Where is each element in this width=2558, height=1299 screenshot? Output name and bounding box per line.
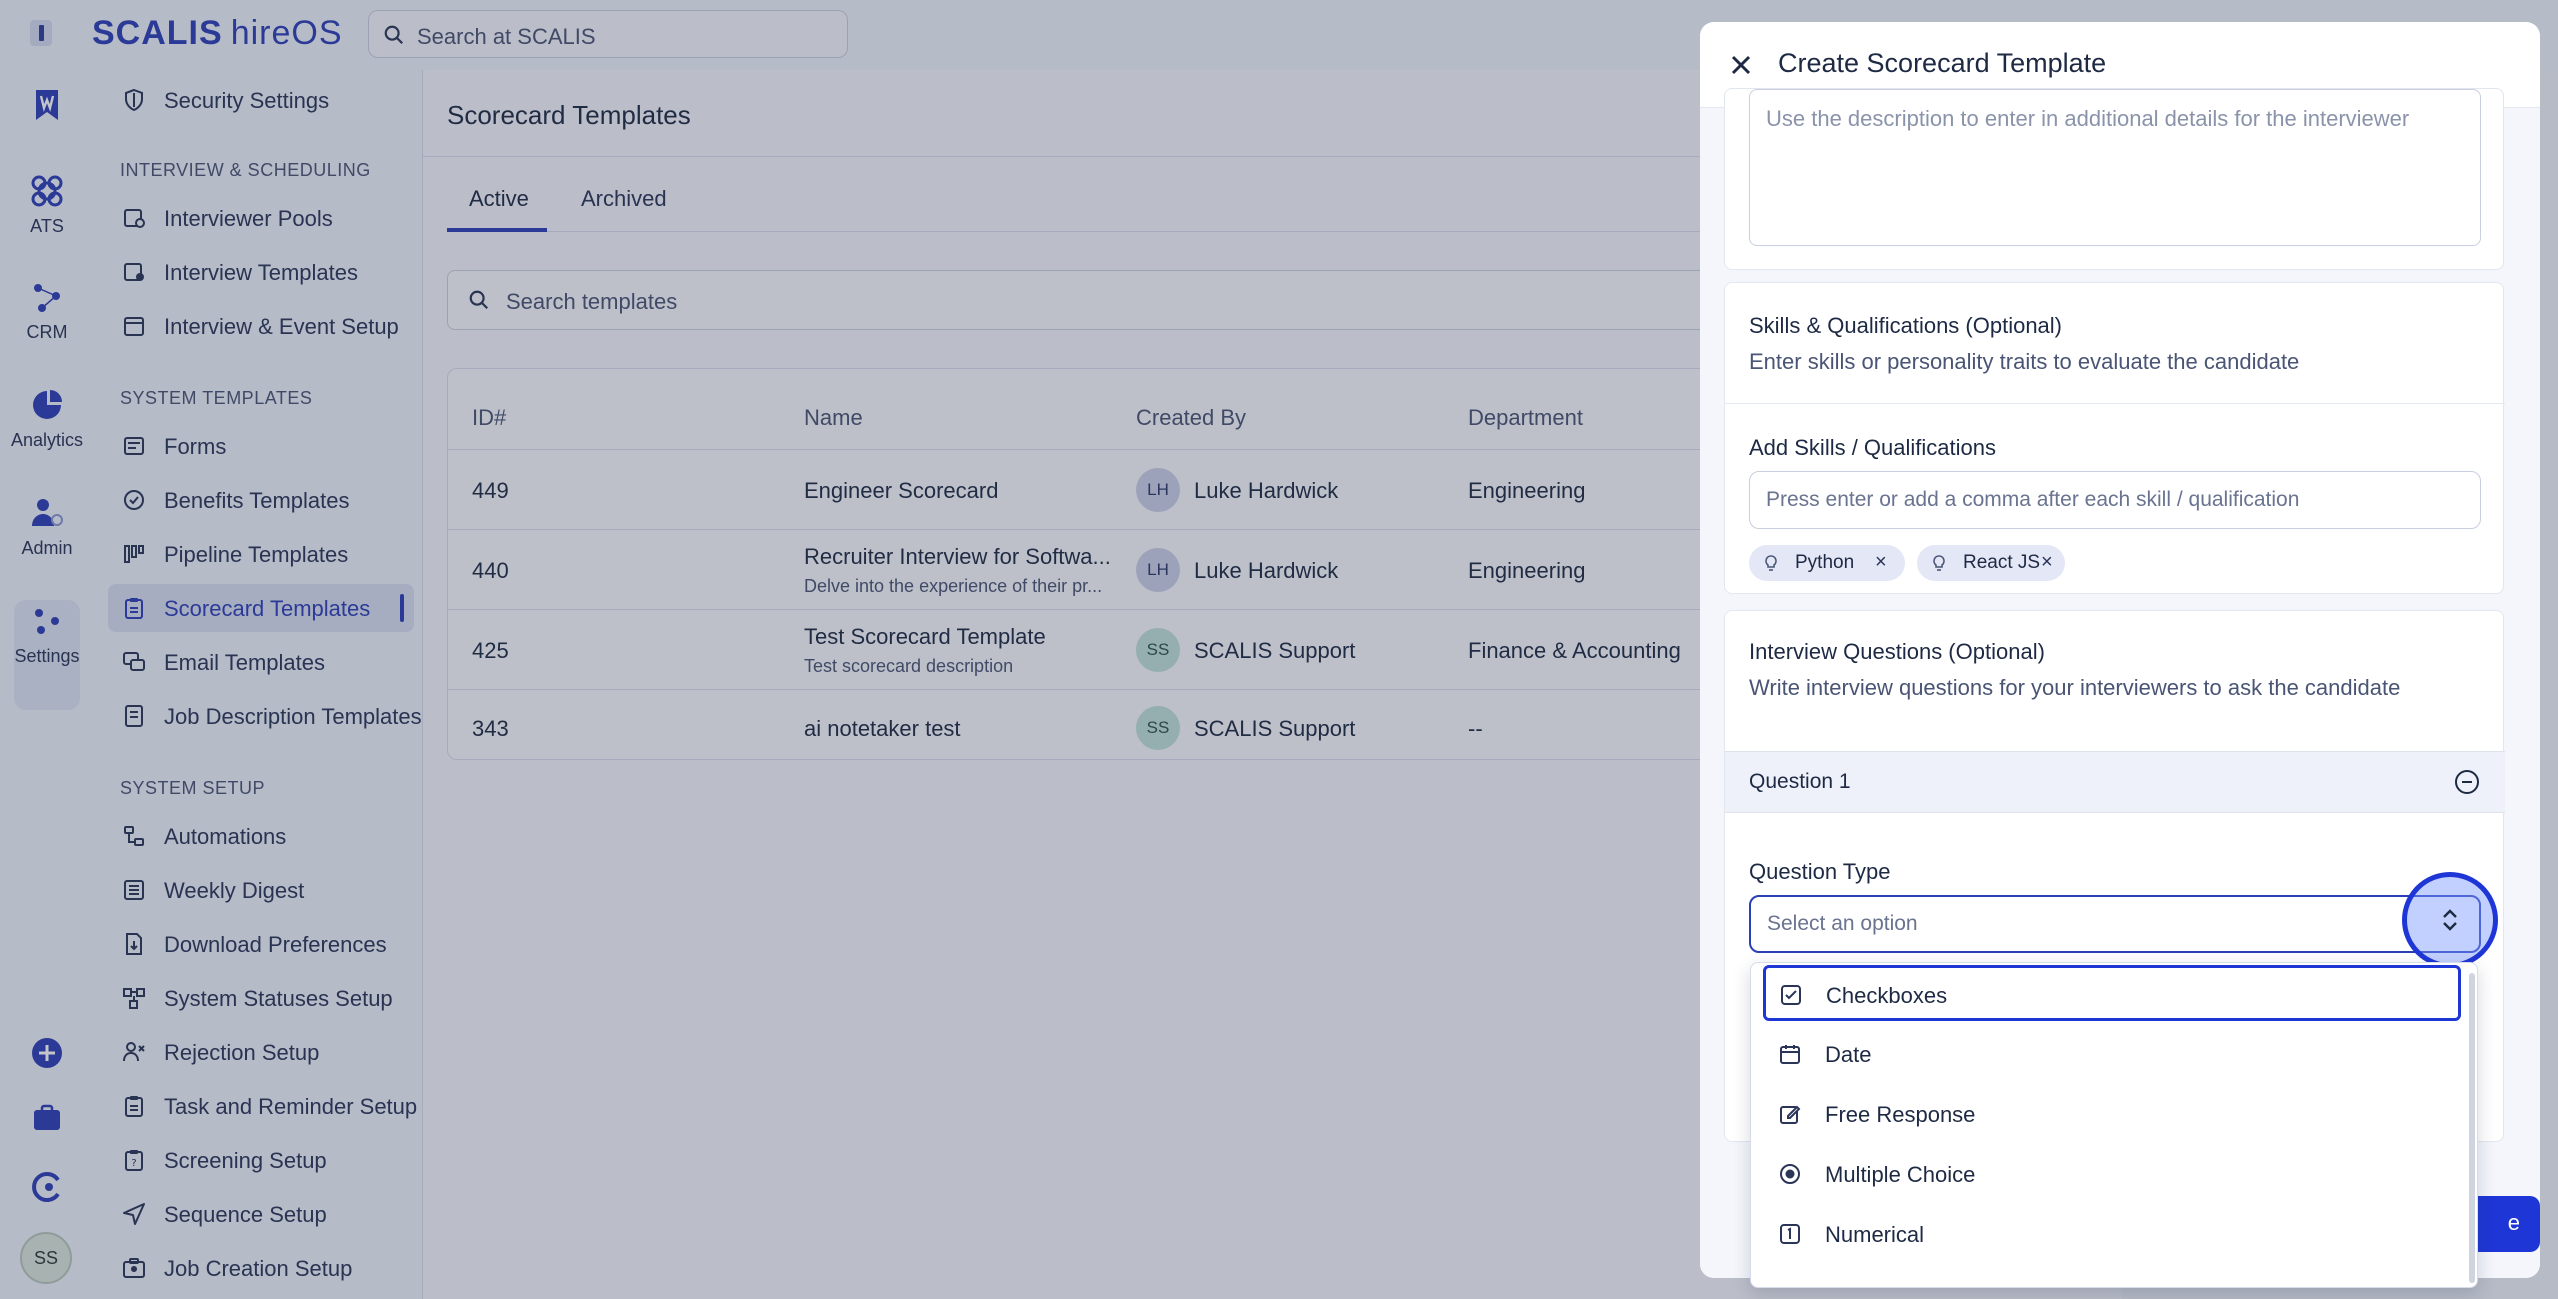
add-skills-label: Add Skills / Qualifications <box>1749 435 1996 460</box>
chip-label: React JS <box>1963 552 2041 573</box>
option-multiple-choice[interactable]: Multiple Choice <box>1765 1147 2465 1203</box>
collapse-circle-icon[interactable] <box>2453 768 2481 796</box>
option-checkboxes[interactable]: Checkboxes <box>1763 965 2461 1021</box>
option-free-response[interactable]: Free Response <box>1765 1087 2465 1143</box>
close-icon[interactable] <box>1724 48 1758 82</box>
question-1-label: Question 1 <box>1749 770 1851 793</box>
drawer-title: Create Scorecard Template <box>1778 48 2107 78</box>
questions-hint: Write interview questions for your inter… <box>1749 675 2401 700</box>
skill-chip-python: Python × <box>1749 545 1905 581</box>
dropdown-scrollbar[interactable] <box>2469 973 2475 1283</box>
skills-hint: Enter skills or personality traits to ev… <box>1749 349 2300 374</box>
question-type-placeholder: Select an option <box>1767 912 1918 935</box>
option-label: Checkboxes <box>1826 983 1948 1008</box>
edit-icon <box>1780 1105 1801 1124</box>
number-icon <box>1780 1224 1800 1244</box>
skill-chip-react-js: React JS × <box>1917 545 2065 581</box>
lightbulb-icon <box>1765 555 1777 571</box>
description-card: Use the description to enter in addition… <box>1724 88 2504 270</box>
description-textarea[interactable]: Use the description to enter in addition… <box>1749 89 2481 246</box>
divider <box>1725 403 2505 404</box>
chip-label: Python <box>1795 552 1855 573</box>
option-label: Free Response <box>1825 1102 1976 1127</box>
option-label: Multiple Choice <box>1825 1162 1976 1187</box>
description-placeholder: Use the description to enter in addition… <box>1766 106 2410 131</box>
option-numerical[interactable]: Numerical <box>1765 1207 2465 1263</box>
option-label: Numerical <box>1825 1222 1925 1247</box>
questions-title: Interview Questions (Optional) <box>1749 639 2045 664</box>
question-type-label: Question Type <box>1749 859 1891 884</box>
skills-title: Skills & Qualifications (Optional) <box>1749 313 2063 338</box>
skills-input-placeholder: Press enter or add a comma after each sk… <box>1766 488 2300 511</box>
option-date[interactable]: Date <box>1765 1027 2465 1083</box>
option-label: Date <box>1825 1042 1872 1067</box>
question-1-header[interactable]: Question 1 <box>1725 751 2505 813</box>
question-type-dropdown: Checkboxes Date Free Response Multiple C… <box>1750 962 2478 1288</box>
skills-input[interactable]: Press enter or add a comma after each sk… <box>1749 471 2481 529</box>
calendar-icon <box>1780 1045 1800 1064</box>
create-button-label: e <box>2507 1210 2520 1235</box>
question-type-select[interactable]: Select an option <box>1749 895 2481 953</box>
skills-card: Skills & Qualifications (Optional) Enter… <box>1724 282 2505 594</box>
remove-chip-icon[interactable]: × <box>1875 551 1887 574</box>
checkbox-icon <box>1781 985 1801 1005</box>
lightbulb-icon <box>1933 555 1945 571</box>
chevron-up-down-icon <box>2443 909 2457 931</box>
radio-icon <box>1780 1164 1800 1184</box>
select-chevron-highlight[interactable] <box>2402 872 2498 968</box>
remove-chip-icon[interactable]: × <box>2041 551 2053 574</box>
